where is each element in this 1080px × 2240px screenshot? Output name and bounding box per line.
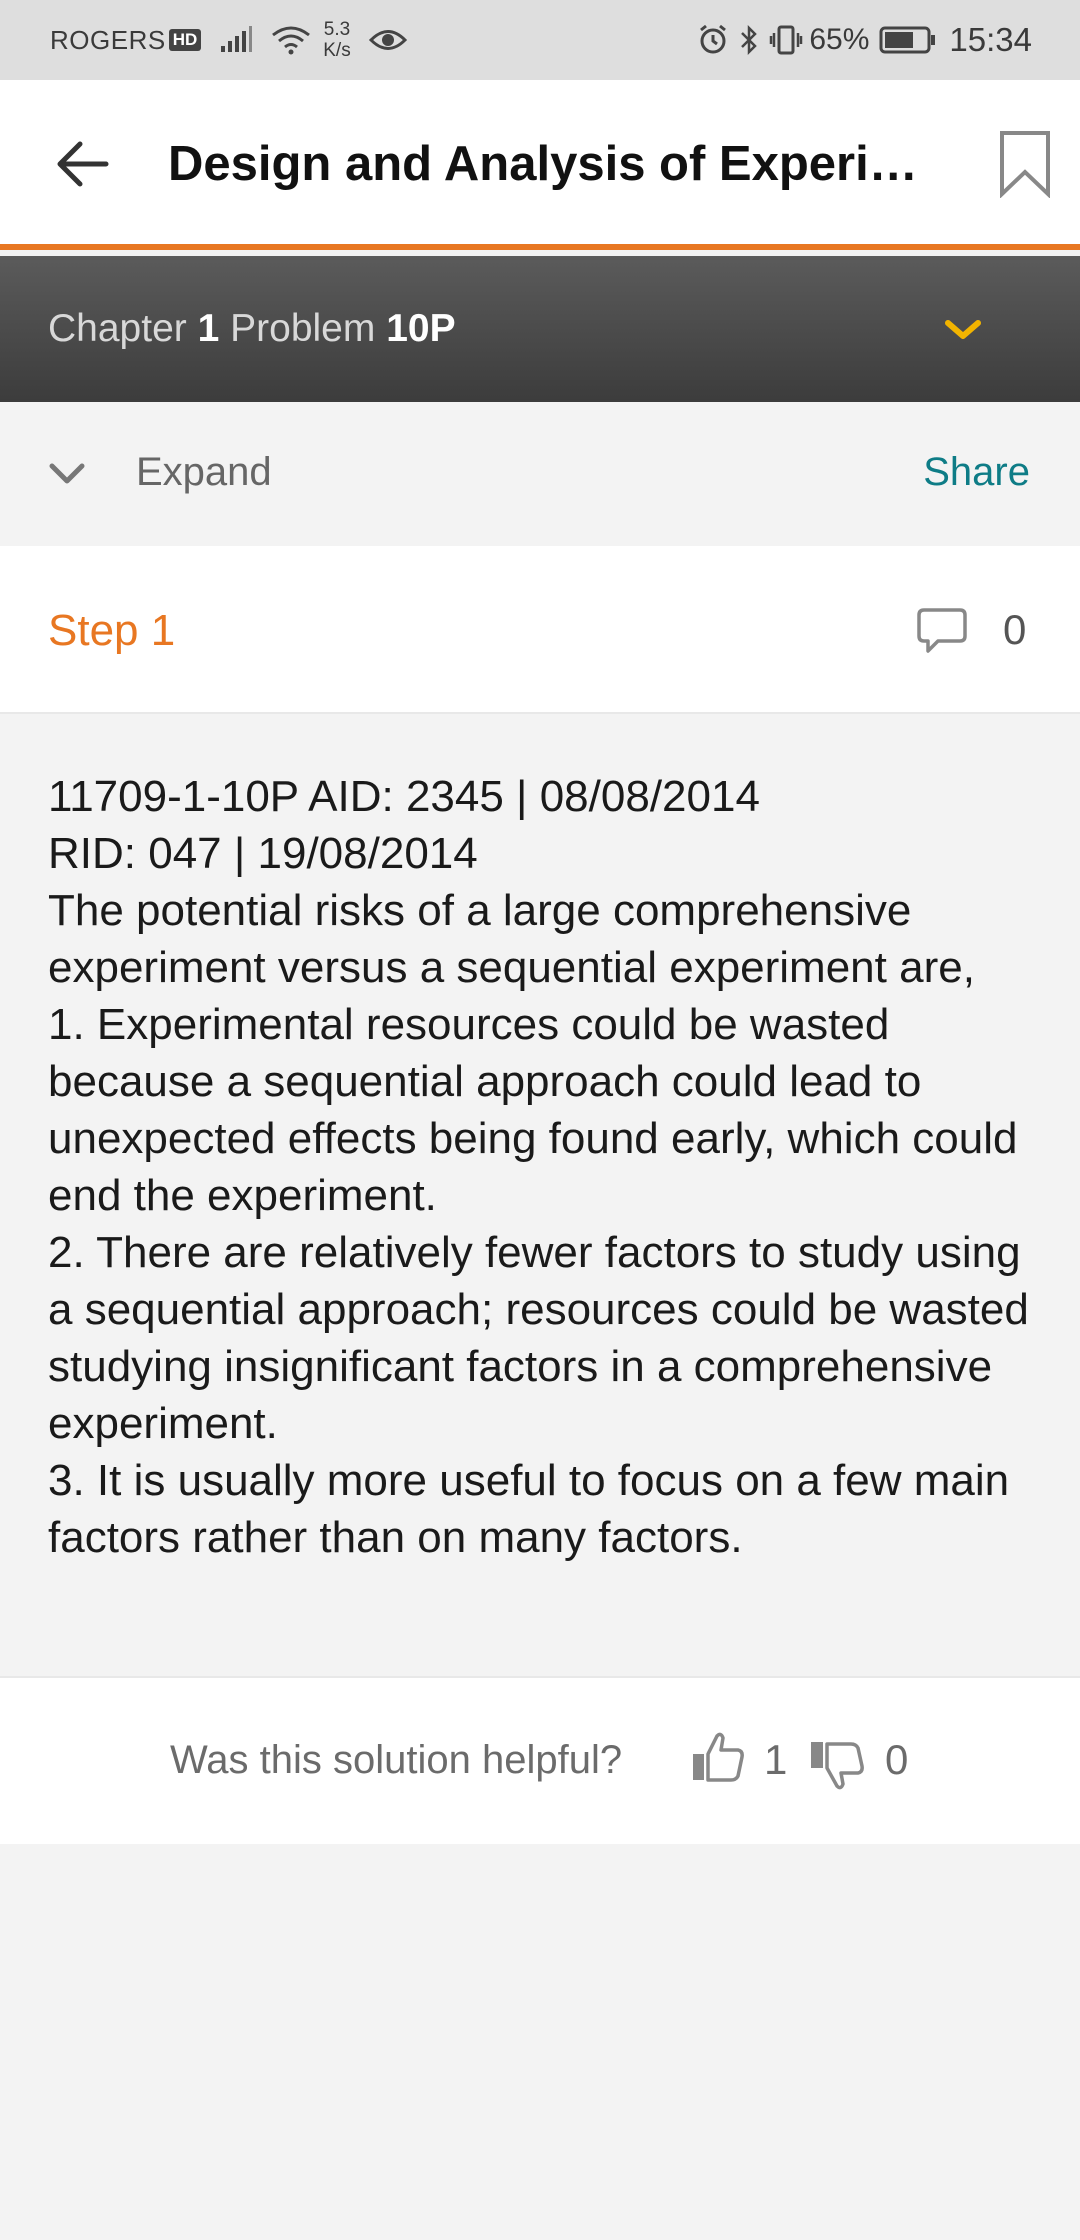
- chapter-problem-selector[interactable]: Chapter 1 Problem 10P: [0, 256, 1080, 402]
- solution-body: 11709-1-10P AID: 2345 | 08/08/2014 RID: …: [0, 716, 1080, 1672]
- speed-value: 5.3: [323, 19, 351, 40]
- helpful-down-count: 0: [885, 1736, 909, 1783]
- problem-label: Problem: [230, 307, 376, 350]
- solution-line: The potential risks of a large comprehen…: [48, 886, 975, 992]
- speed-unit: K/s: [323, 40, 351, 61]
- solution-line: 1. Experimental resources could be waste…: [48, 1000, 1018, 1220]
- solution-line: 3. It is usually more useful to focus on…: [48, 1456, 1010, 1562]
- bluetooth-icon: [739, 24, 759, 56]
- signal-icon: [219, 26, 253, 54]
- chevron-down-icon[interactable]: [944, 318, 982, 342]
- step-title: Step 1: [48, 606, 176, 655]
- wifi-icon: [271, 25, 311, 55]
- problem-number: 10P: [386, 307, 456, 350]
- share-button[interactable]: Share: [923, 450, 1030, 495]
- solution-line: 2. There are relatively fewer factors to…: [48, 1228, 1029, 1448]
- chapter-label: Chapter: [48, 307, 187, 350]
- expand-chevron-icon[interactable]: [48, 462, 86, 486]
- expand-button[interactable]: Expand: [136, 450, 272, 495]
- expand-share-row: Expand Share: [0, 402, 1080, 546]
- clock: 15:34: [949, 21, 1032, 58]
- empty-area: [0, 1844, 1080, 2240]
- feedback-question: Was this solution helpful?: [170, 1738, 623, 1782]
- helpful-up-count: 1: [764, 1736, 788, 1783]
- feedback-bar: Was this solution helpful? 1 0: [0, 1676, 1080, 1844]
- comment-icon[interactable]: [916, 606, 968, 656]
- solution-line: 11709-1-10P AID: 2345 | 08/08/2014: [48, 772, 760, 821]
- hd-badge: HD: [168, 29, 202, 51]
- app-bar: Design and Analysis of Experiments: [0, 80, 1080, 250]
- book-title: Design and Analysis of Experiments: [168, 137, 948, 191]
- eye-icon: [368, 27, 407, 53]
- back-arrow-icon: [57, 141, 109, 187]
- carrier-name: ROGERS: [50, 24, 166, 55]
- battery-percent: 65%: [809, 23, 870, 56]
- chapter-number: 1: [197, 307, 220, 350]
- bookmark-icon: [1000, 131, 1050, 199]
- comment-count: 0: [1003, 606, 1027, 653]
- vibrate-icon: [769, 24, 803, 56]
- status-bar: ROGERS HD 5.3 K/s 65% 15:34: [0, 0, 1080, 80]
- network-speed: 5.3 K/s: [323, 19, 350, 61]
- step-header: Step 1 0: [0, 546, 1080, 714]
- chapter-problem-label: Chapter 1 Problem 10P: [48, 307, 456, 351]
- bookmark-button[interactable]: [998, 130, 1054, 199]
- solution-line: RID: 047 | 19/08/2014: [48, 829, 478, 878]
- thumbs-down-icon[interactable]: [808, 1736, 866, 1792]
- battery-icon: [879, 25, 937, 55]
- back-button[interactable]: [52, 138, 112, 190]
- alarm-icon: [697, 24, 729, 56]
- thumbs-up-icon[interactable]: [690, 1730, 746, 1786]
